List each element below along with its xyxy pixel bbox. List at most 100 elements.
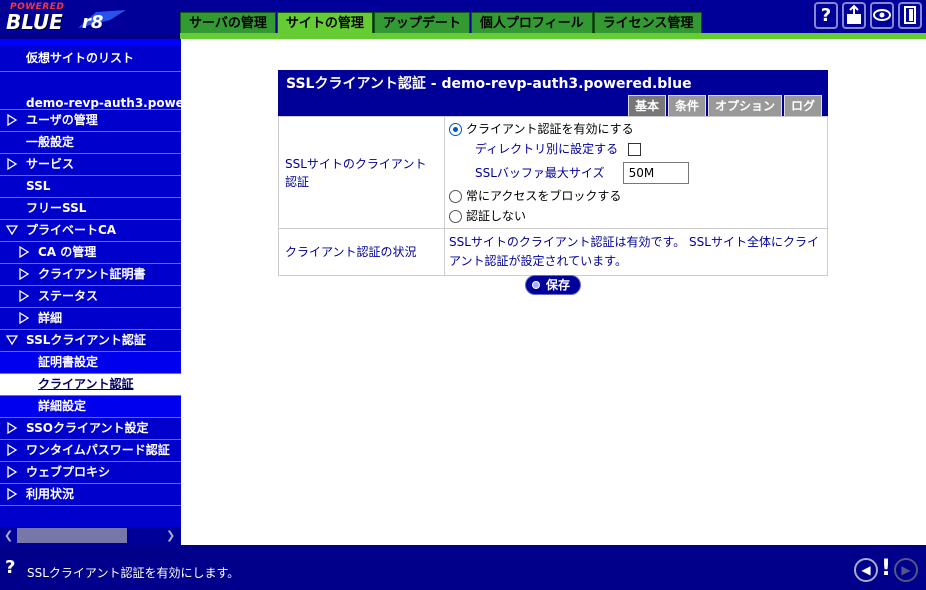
tab-options[interactable]: オプション bbox=[707, 95, 782, 116]
sidebar-item-client-certs[interactable]: クライアント証明書 bbox=[0, 264, 181, 286]
radio-enable[interactable] bbox=[449, 122, 462, 136]
tab-conditions[interactable]: 条件 bbox=[667, 95, 706, 116]
buffer-size-label: SSLバッファ最大サイズ bbox=[475, 165, 605, 180]
expand-right-icon bbox=[7, 422, 18, 434]
save-button[interactable]: 保存 bbox=[525, 275, 582, 295]
sidebar-item-label: 利用状況 bbox=[26, 487, 75, 501]
back-arrow-icon[interactable]: ◀ bbox=[854, 558, 878, 582]
radio-block[interactable] bbox=[449, 189, 462, 203]
sidebar-item-ssl-client-auth[interactable]: SSLクライアント認証 bbox=[0, 330, 181, 352]
sidebar-item-label: クライアント証明書 bbox=[38, 267, 146, 281]
status-message: SSLクライアント認証を有効にします。 bbox=[27, 566, 240, 580]
sidebar-item-services[interactable]: サービス bbox=[0, 154, 181, 176]
sidebar-item-label: サービス bbox=[26, 157, 75, 171]
sidebar-item-ca-admin[interactable]: CA の管理 bbox=[0, 242, 181, 264]
sidebar-item-virtual-sites[interactable]: 仮想サイトのリスト bbox=[0, 46, 181, 72]
save-button-label: 保存 bbox=[546, 278, 571, 292]
settings-panel: SSLクライアント認証 - demo-revp-auth3.powered.bl… bbox=[278, 70, 828, 276]
sidebar-top-strip bbox=[0, 39, 181, 46]
help-question-icon: ? bbox=[5, 557, 16, 578]
panel-body: SSLサイトのクライアント認証 クライアント認証を有効にする ディレクトリ別に設… bbox=[278, 116, 828, 276]
forward-arrow-icon[interactable]: ▶ bbox=[894, 558, 918, 582]
sidebar-item-user-admin[interactable]: ユーザの管理 bbox=[0, 110, 181, 132]
per-directory-line: ディレクトリ別に設定する bbox=[449, 139, 823, 160]
tab-log[interactable]: ログ bbox=[783, 95, 822, 116]
auth-status-value: SSLサイトのクライアント認証は有効です。 SSLサイト全体にクライアント認証が… bbox=[449, 235, 819, 268]
per-directory-label: ディレクトリ別に設定する bbox=[475, 142, 619, 156]
sidebar-item-label: ステータス bbox=[38, 289, 99, 303]
sidebar-item-label: SSLクライアント認証 bbox=[26, 333, 146, 347]
eye-icon[interactable] bbox=[870, 2, 894, 29]
sidebar-item-sso-client[interactable]: SSOクライアント設定 bbox=[0, 418, 181, 440]
auth-status-row: クライアント認証の状況 SSLサイトのクライアント認証は有効です。 SSLサイト… bbox=[279, 228, 827, 275]
alert-icon[interactable]: ! bbox=[880, 558, 892, 582]
sidebar-item-private-ca[interactable]: プライベートCA bbox=[0, 220, 181, 242]
sidebar-item-ssl[interactable]: SSL bbox=[0, 176, 181, 198]
sidebar-item-web-proxy[interactable]: ウェブプロキシ bbox=[0, 462, 181, 484]
expand-right-icon bbox=[7, 114, 18, 126]
sidebar-item-usage[interactable]: 利用状況 bbox=[0, 484, 181, 506]
sidebar-item-label: CA の管理 bbox=[38, 245, 97, 259]
sidebar-horizontal-scrollbar[interactable]: ❮ ❯ bbox=[0, 527, 181, 545]
radio-block-label: 常にアクセスをブロックする bbox=[466, 188, 622, 203]
logout-icon[interactable] bbox=[898, 2, 922, 29]
panel-tabs: 基本 条件 オプション ログ bbox=[626, 95, 822, 116]
status-icons: ◀ ! ▶ bbox=[854, 558, 918, 582]
save-bullet-icon bbox=[532, 281, 540, 289]
sidebar-item-free-ssl[interactable]: フリーSSL bbox=[0, 198, 181, 220]
sidebar-item-label: ウェブプロキシ bbox=[26, 465, 111, 479]
buffer-size-input[interactable]: 50M bbox=[622, 162, 689, 184]
logo-blue-text: BLUE bbox=[6, 10, 63, 34]
tab-update[interactable]: アップデート bbox=[373, 12, 470, 33]
sidebar-item-client-auth[interactable]: クライアント認証 bbox=[0, 374, 181, 396]
sidebar-item-advanced-settings[interactable]: 詳細設定 bbox=[0, 396, 181, 418]
sidebar-item-label: 詳細 bbox=[38, 311, 63, 325]
tab-site-admin[interactable]: サイトの管理 bbox=[276, 12, 373, 33]
radio-block-line[interactable]: 常にアクセスをブロックする bbox=[449, 186, 823, 206]
expand-right-icon bbox=[7, 466, 18, 478]
tab-basic[interactable]: 基本 bbox=[627, 95, 666, 116]
sidebar-item-label: ユーザの管理 bbox=[26, 113, 98, 127]
powered-blue-logo: POWERED BLUE r8 bbox=[6, 2, 136, 34]
tab-server-admin[interactable]: サーバの管理 bbox=[180, 12, 276, 33]
sidebar-item-label: ワンタイムパスワード認証 bbox=[26, 443, 170, 457]
sidebar-item-label: プライベートCA bbox=[26, 223, 117, 237]
radio-enable-line[interactable]: クライアント認証を有効にする bbox=[449, 119, 823, 139]
scroll-right-icon[interactable]: ❯ bbox=[166, 529, 175, 542]
main-nav-tabs: サーバの管理 サイトの管理 アップデート 個人プロフィール ライセンス管理 bbox=[180, 12, 703, 33]
auth-status-label: クライアント認証の状況 bbox=[279, 229, 445, 275]
buffer-size-line: SSLバッファ最大サイズ 50M bbox=[449, 160, 823, 186]
expand-right-icon bbox=[19, 290, 30, 302]
top-bar: POWERED BLUE r8 サーバの管理 サイトの管理 アップデート 個人プ… bbox=[0, 0, 926, 34]
ssl-auth-row: SSLサイトのクライアント認証 クライアント認証を有効にする ディレクトリ別に設… bbox=[279, 116, 827, 228]
tab-license[interactable]: ライセンス管理 bbox=[593, 12, 703, 33]
per-directory-checkbox[interactable] bbox=[628, 143, 642, 156]
sidebar-item-otp-auth[interactable]: ワンタイムパスワード認証 bbox=[0, 440, 181, 462]
scroll-left-icon[interactable]: ❮ bbox=[4, 529, 13, 542]
panel-header: SSLクライアント認証 - demo-revp-auth3.powered.bl… bbox=[278, 70, 828, 116]
upload-icon[interactable] bbox=[842, 2, 866, 29]
help-icon[interactable]: ? bbox=[814, 2, 838, 29]
ssl-auth-label: SSLサイトのクライアント認証 bbox=[279, 117, 445, 228]
ssl-auth-options: クライアント認証を有効にする ディレクトリ別に設定する SSLバッファ最大サイズ… bbox=[445, 117, 827, 228]
radio-none-label: 認証しない bbox=[466, 208, 527, 223]
scrollbar-thumb[interactable] bbox=[17, 528, 127, 543]
expand-right-icon bbox=[19, 268, 30, 280]
top-icons: ? bbox=[814, 2, 922, 29]
sidebar-item-general[interactable]: 一般設定 bbox=[0, 132, 181, 154]
sidebar-item-label: SSOクライアント設定 bbox=[26, 421, 149, 435]
expand-right-icon bbox=[7, 488, 18, 500]
radio-none[interactable] bbox=[449, 209, 462, 223]
radio-none-line[interactable]: 認証しない bbox=[449, 206, 823, 226]
expand-right-icon bbox=[19, 246, 30, 258]
expand-down-icon bbox=[6, 225, 18, 236]
sidebar-item-status[interactable]: ステータス bbox=[0, 286, 181, 308]
logo-version-text: r8 bbox=[82, 12, 104, 33]
expand-right-icon bbox=[19, 312, 30, 324]
tab-personal-profile[interactable]: 個人プロフィール bbox=[470, 12, 593, 33]
sidebar-item-cert-settings[interactable]: 証明書設定 bbox=[0, 352, 181, 374]
panel-title: SSLクライアント認証 - demo-revp-auth3.powered.bl… bbox=[286, 76, 692, 92]
sidebar: 仮想サイトのリスト demo-revp-auth3.powered.blue ユ… bbox=[0, 39, 181, 545]
sidebar-item-details[interactable]: 詳細 bbox=[0, 308, 181, 330]
sidebar-item-site-name[interactable]: demo-revp-auth3.powered.blue bbox=[0, 72, 181, 110]
